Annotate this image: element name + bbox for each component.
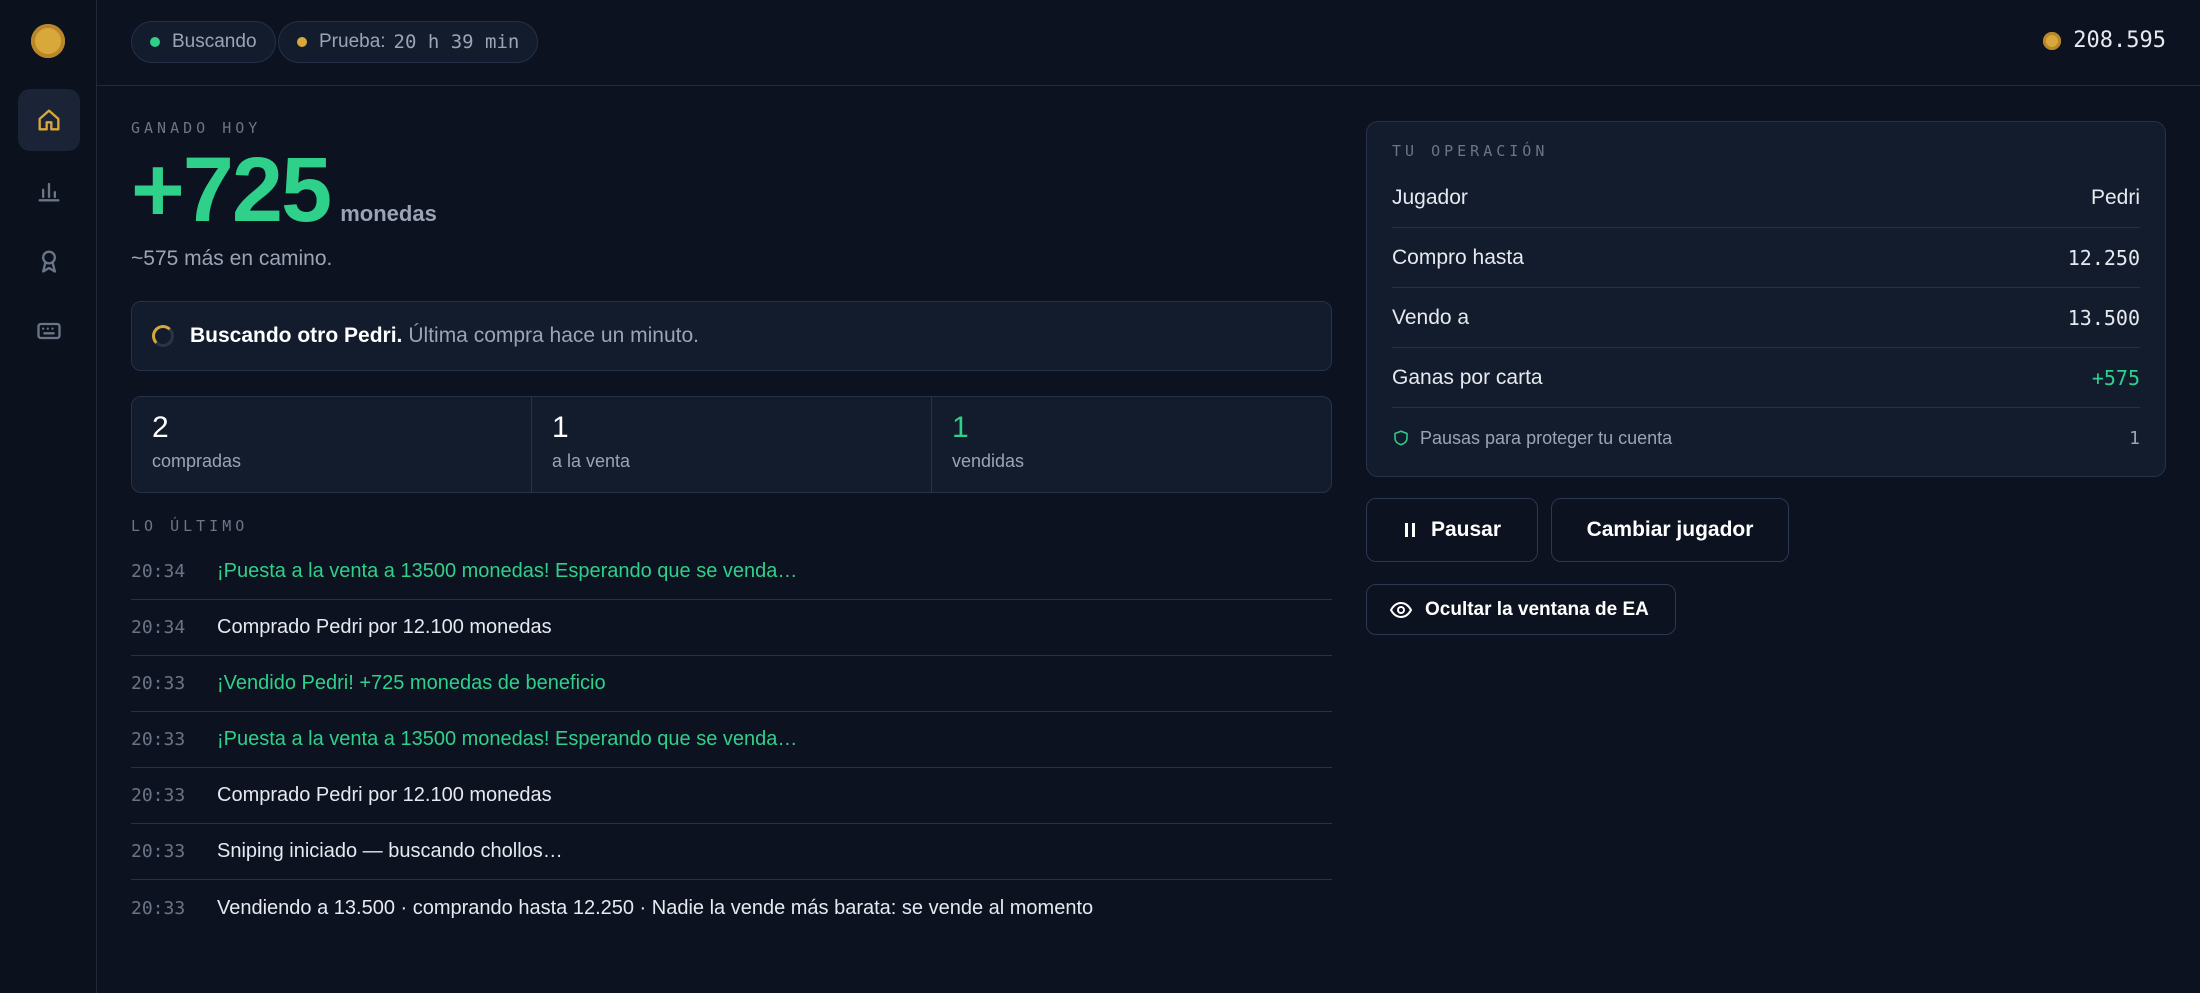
log-message: Comprado Pedri por 12.100 monedas <box>217 784 552 806</box>
stat-listed: 1 a la venta <box>532 397 932 492</box>
operation-row-sell-price: Vendo a 13.500 <box>1392 288 2140 348</box>
activity-log: 20:34 ¡Puesta a la venta a 13500 monedas… <box>131 544 1332 936</box>
log-row: 20:33 Vendiendo a 13.500 · comprando has… <box>131 880 1332 936</box>
log-time: 20:34 <box>131 617 186 638</box>
search-status-box: Buscando otro Pedri. Última compra hace … <box>131 301 1332 371</box>
award-icon <box>42 250 56 273</box>
stat-label: a la venta <box>552 451 631 471</box>
status-label: Buscando <box>172 31 257 52</box>
search-status-strong: Buscando otro Pedri. <box>190 324 403 347</box>
log-label: LO ÚLTIMO <box>131 517 249 535</box>
log-time: 20:34 <box>131 561 186 582</box>
log-time: 20:33 <box>131 729 186 750</box>
nav-keyboard[interactable] <box>18 300 80 362</box>
stats-panel: 2 compradas 1 a la venta 1 vendidas <box>131 396 1332 493</box>
operation-footer: Pausas para proteger tu cuenta 1 <box>1392 408 2140 468</box>
operation-row-value: 12.250 <box>2067 245 2140 270</box>
log-message: Comprado Pedri por 12.100 monedas <box>217 616 552 638</box>
log-message: ¡Puesta a la venta a 13500 monedas! Espe… <box>217 728 798 750</box>
operation-row-label: Ganas por carta <box>1392 365 1543 389</box>
operation-row-value: Pedri <box>2090 185 2140 209</box>
earnings-pending: ~575 más en camino. <box>131 247 333 270</box>
stat-value: 2 <box>152 411 169 444</box>
trial-pill: Prueba: 20 h 39 min <box>278 21 539 63</box>
pause-button[interactable]: Pausar <box>1366 498 1538 562</box>
search-status-rest: Última compra hace un minuto. <box>408 324 699 347</box>
earnings-unit: monedas <box>340 201 437 226</box>
log-row: 20:33 Sniping iniciado — buscando chollo… <box>131 824 1332 880</box>
log-row: 20:34 ¡Puesta a la venta a 13500 monedas… <box>131 544 1332 600</box>
change-player-button[interactable]: Cambiar jugador <box>1551 498 1789 562</box>
operation-row-label: Compro hasta <box>1392 245 1524 269</box>
pauses-label: Pausas para proteger tu cuenta <box>1420 427 1673 448</box>
home-icon <box>38 109 60 131</box>
loading-spinner-icon <box>152 325 174 347</box>
operation-card: TU OPERACIÓN Jugador Pedri Compro hasta … <box>1366 121 2166 477</box>
shield-icon <box>1394 430 1408 446</box>
hide-ea-window-button[interactable]: Ocultar la ventana de EA <box>1366 584 1676 635</box>
trial-label: Prueba: <box>319 31 386 52</box>
log-time: 20:33 <box>131 897 186 919</box>
nav-home[interactable] <box>18 89 80 151</box>
keyboard-icon <box>37 322 61 340</box>
eye-icon <box>1389 601 1413 618</box>
pauses-value: 1 <box>2129 427 2140 449</box>
status-dot <box>150 37 160 47</box>
topbar: Buscando Prueba: 20 h 39 min 208.595 <box>97 0 2200 86</box>
change-player-label: Cambiar jugador <box>1586 518 1754 541</box>
operation-row-value: 13.500 <box>2067 305 2140 330</box>
pause-icon <box>1404 523 1415 537</box>
nav-stats[interactable] <box>18 160 80 222</box>
log-row: 20:34 Comprado Pedri por 12.100 monedas <box>131 600 1332 656</box>
operation-title: TU OPERACIÓN <box>1392 142 1549 160</box>
log-message: Vendiendo a 13.500 · comprando hasta 12.… <box>217 896 1094 919</box>
trial-dot <box>297 37 307 47</box>
sidebar <box>0 0 97 993</box>
log-time: 20:33 <box>131 841 186 862</box>
operation-row-label: Jugador <box>1392 185 1468 209</box>
log-row: 20:33 Comprado Pedri por 12.100 monedas <box>131 768 1332 824</box>
nav-awards[interactable] <box>18 230 80 292</box>
log-time: 20:33 <box>131 673 186 694</box>
earnings-hero: +725 monedas <box>131 138 437 244</box>
pause-button-label: Pausar <box>1430 518 1502 541</box>
earnings-label: GANADO HOY <box>131 119 262 137</box>
stat-sold: 1 vendidas <box>932 397 1331 492</box>
status-pill: Buscando <box>131 21 276 63</box>
app-logo <box>31 24 65 58</box>
stat-label: compradas <box>152 451 242 471</box>
operation-row-label: Vendo a <box>1392 305 1470 329</box>
earnings-amount: +725 <box>131 139 332 241</box>
stat-value: 1 <box>552 411 569 444</box>
stat-bought: 2 compradas <box>132 397 532 492</box>
operation-row-value: +575 <box>2091 365 2140 390</box>
coin-balance: 208.595 <box>2043 28 2166 53</box>
operation-row-buy-max: Compro hasta 12.250 <box>1392 228 2140 288</box>
bar-chart-icon <box>38 182 60 202</box>
log-row: 20:33 ¡Vendido Pedri! +725 monedas de be… <box>131 656 1332 712</box>
operation-row-player: Jugador Pedri <box>1392 168 2140 228</box>
trial-value: 20 h 39 min <box>393 31 520 53</box>
coin-icon <box>2043 31 2062 50</box>
log-message: ¡Puesta a la venta a 13500 monedas! Espe… <box>217 560 798 582</box>
stat-value: 1 <box>952 411 969 444</box>
hide-ea-window-label: Ocultar la ventana de EA <box>1425 598 1649 620</box>
log-row: 20:33 ¡Puesta a la venta a 13500 monedas… <box>131 712 1332 768</box>
operation-row-profit: Ganas por carta +575 <box>1392 348 2140 408</box>
stat-label: vendidas <box>952 451 1025 471</box>
log-time: 20:33 <box>131 785 186 806</box>
balance-value: 208.595 <box>2073 28 2166 53</box>
log-message: ¡Vendido Pedri! +725 monedas de benefici… <box>217 672 606 694</box>
log-message: Sniping iniciado — buscando chollos… <box>217 840 563 862</box>
